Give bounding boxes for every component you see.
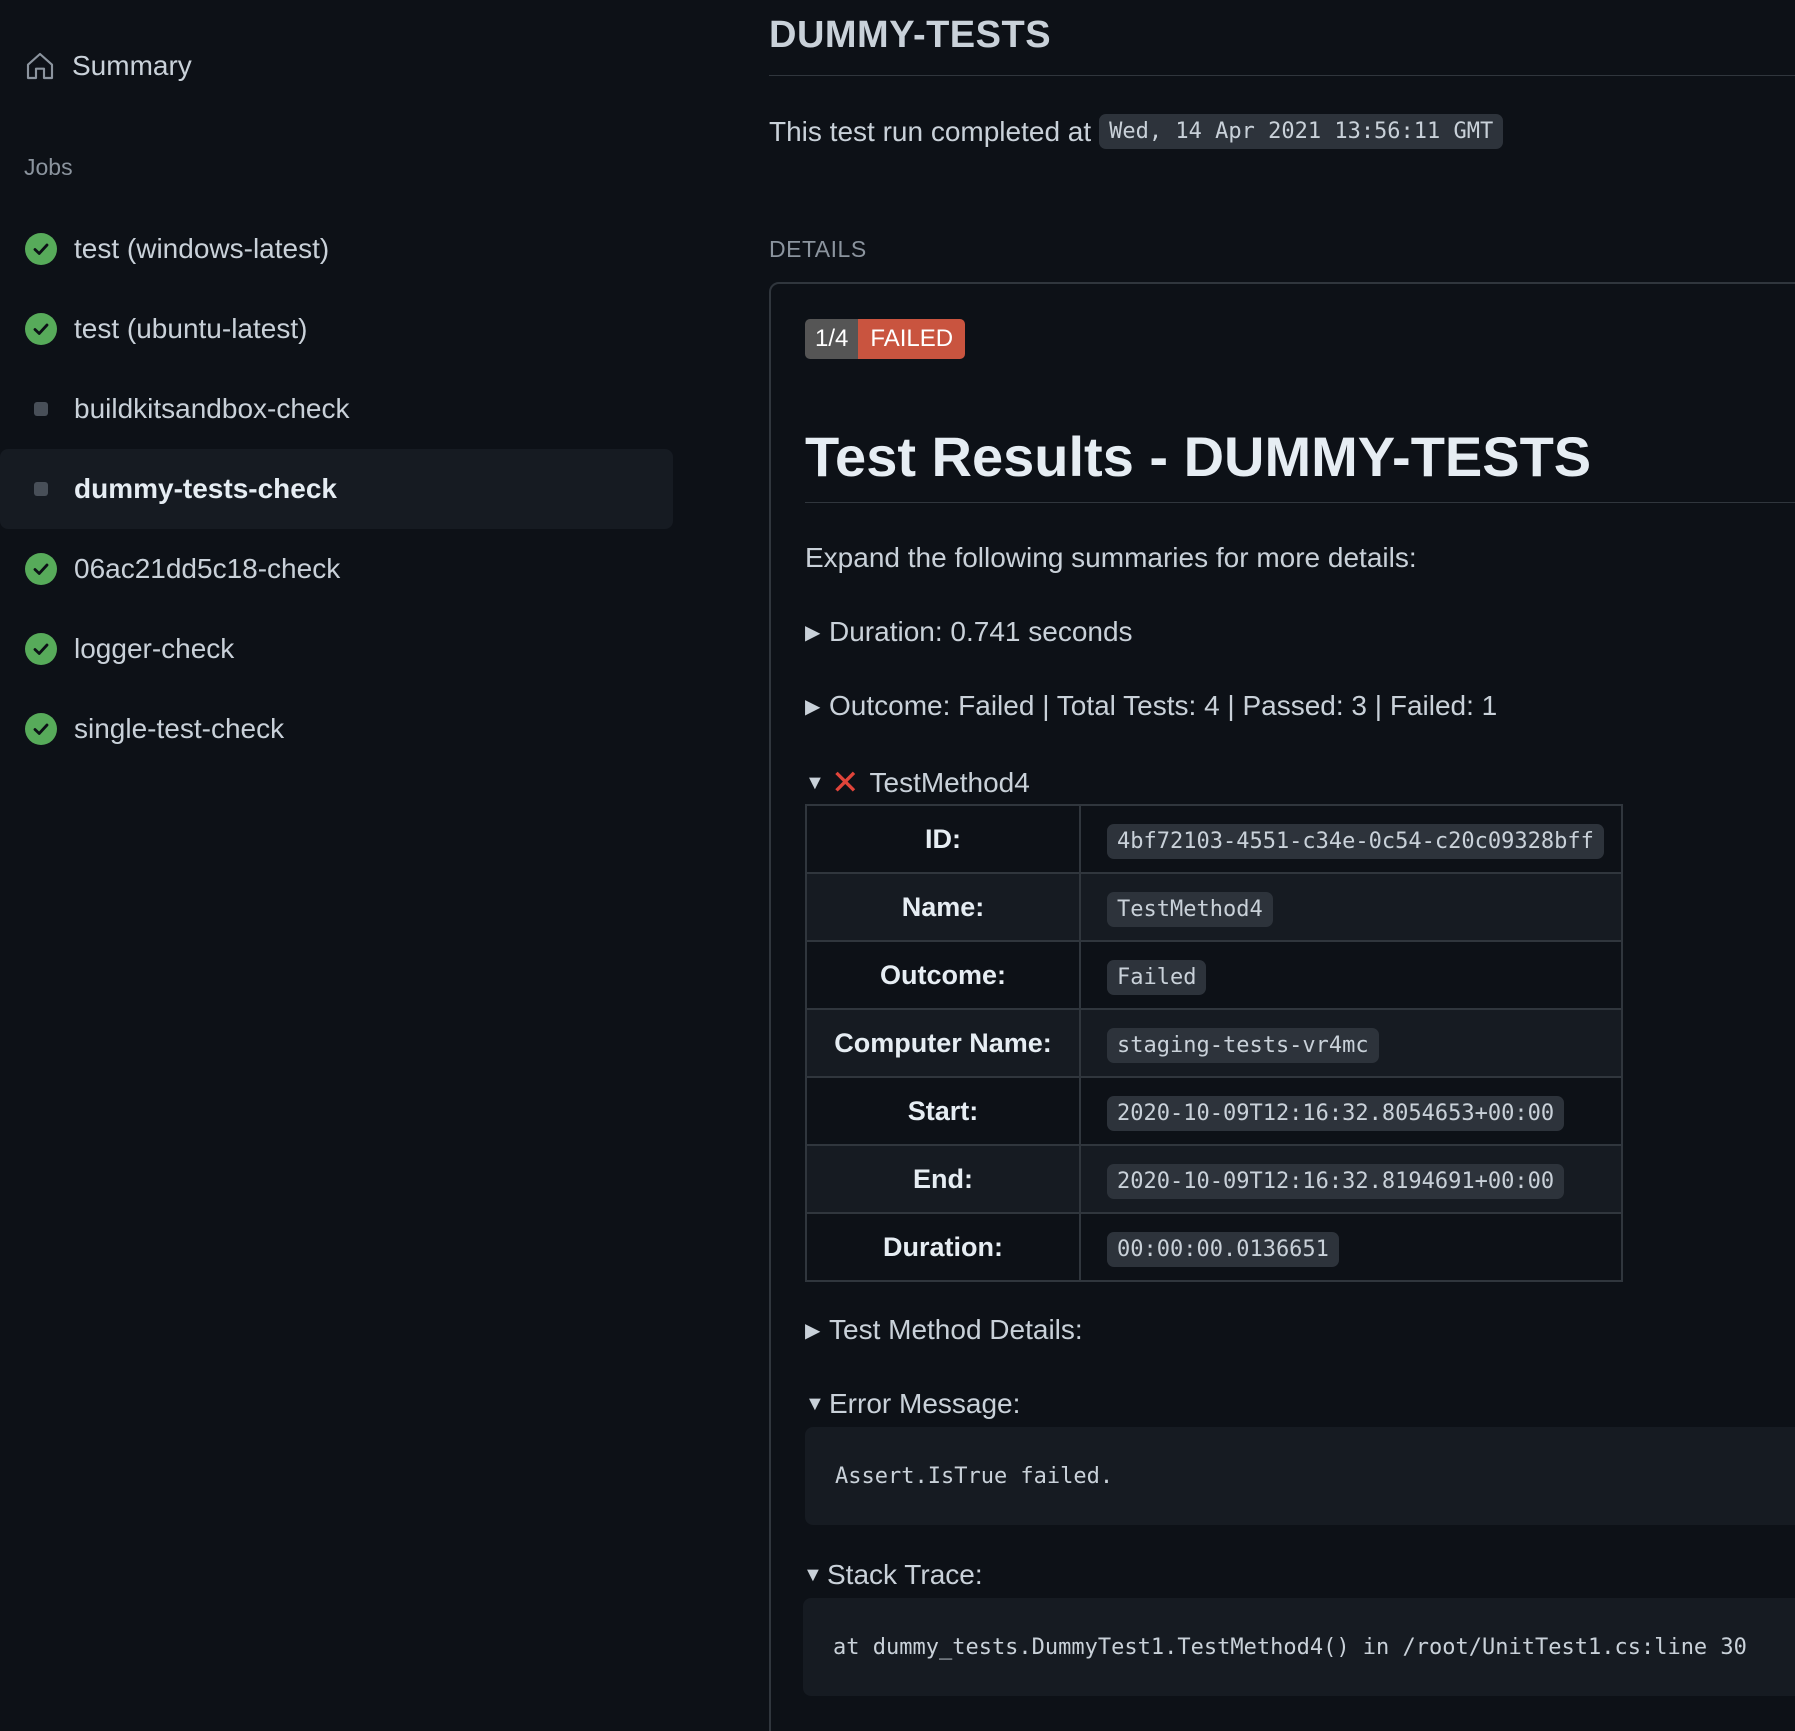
job-label: single-test-check bbox=[74, 713, 285, 744]
summary-label: Summary bbox=[72, 50, 192, 81]
stack-trace-text: at dummy_tests.DummyTest1.TestMethod4() … bbox=[833, 1634, 1747, 1660]
row-label: ID: bbox=[805, 804, 1081, 874]
table-row: End: 2020-10-09T12:16:32.8194691+00:00 bbox=[805, 1144, 1623, 1214]
job-item-logger-check[interactable]: logger-check bbox=[0, 609, 673, 689]
job-label: test (windows-latest) bbox=[74, 233, 330, 264]
triangle-down-icon: ▼ bbox=[805, 771, 825, 794]
job-item-buildkitsandbox-check[interactable]: buildkitsandbox-check bbox=[0, 369, 673, 449]
expand-text: Expand the following summaries for more … bbox=[805, 542, 1417, 573]
row-value: Failed bbox=[1107, 959, 1207, 995]
table-row: Computer Name: staging-tests-vr4mc bbox=[805, 1008, 1623, 1078]
triangle-right-icon: ▶ bbox=[805, 1319, 821, 1342]
method-details-label: Test Method Details: bbox=[829, 1314, 1083, 1345]
stack-trace-label: Stack Trace: bbox=[827, 1559, 983, 1590]
method-details-summary[interactable]: ▶ Test Method Details: bbox=[805, 1314, 1083, 1346]
row-value: 2020-10-09T12:16:32.8194691+00:00 bbox=[1107, 1163, 1565, 1199]
cross-mark-icon: ✕ bbox=[831, 764, 860, 802]
row-label: End: bbox=[805, 1144, 1081, 1214]
job-item-test-windows-latest[interactable]: test (windows-latest) bbox=[0, 209, 673, 289]
test-details-table: ID: 4bf72103-4551-c34e-0c54-c20c09328bff… bbox=[805, 804, 1623, 1282]
test-name-label: TestMethod4 bbox=[869, 767, 1030, 798]
outcome-summary[interactable]: ▶ Outcome: Failed | Total Tests: 4 | Pas… bbox=[805, 690, 1497, 722]
row-label: Start: bbox=[805, 1076, 1081, 1146]
error-message-summary[interactable]: ▼ Error Message: bbox=[805, 1388, 1020, 1420]
jobs-heading: Jobs bbox=[24, 154, 73, 180]
table-row: Start: 2020-10-09T12:16:32.8054653+00:00 bbox=[805, 1076, 1623, 1146]
details-label: DETAILS bbox=[769, 236, 867, 262]
status-badge: 1/4 FAILED bbox=[805, 319, 966, 359]
job-item-06ac21dd5c18-check[interactable]: 06ac21dd5c18-check bbox=[0, 529, 673, 609]
neutral-square-icon bbox=[24, 392, 58, 426]
neutral-square-icon bbox=[24, 472, 58, 506]
duration-summary-label: Duration: 0.741 seconds bbox=[829, 616, 1133, 647]
error-message-text: Assert.IsTrue failed. bbox=[835, 1463, 1114, 1489]
row-value: 2020-10-09T12:16:32.8054653+00:00 bbox=[1107, 1095, 1565, 1131]
row-label: Duration: bbox=[805, 1212, 1081, 1282]
outcome-summary-label: Outcome: Failed | Total Tests: 4 | Passe… bbox=[829, 690, 1498, 721]
title-divider bbox=[769, 75, 1795, 76]
error-message-label: Error Message: bbox=[829, 1388, 1021, 1419]
duration-summary[interactable]: ▶ Duration: 0.741 seconds bbox=[805, 616, 1133, 648]
table-row: Name: TestMethod4 bbox=[805, 872, 1623, 942]
job-label: 06ac21dd5c18-check bbox=[74, 553, 341, 584]
row-value: TestMethod4 bbox=[1107, 891, 1273, 927]
badge-status: FAILED bbox=[858, 319, 966, 359]
triangle-down-icon: ▼ bbox=[805, 1392, 825, 1415]
job-label: test (ubuntu-latest) bbox=[74, 313, 308, 344]
page: Summary Jobs test (windows-latest) test … bbox=[0, 0, 1795, 1731]
check-circle-icon bbox=[24, 632, 58, 666]
job-label: logger-check bbox=[74, 633, 235, 664]
job-item-single-test-check[interactable]: single-test-check bbox=[0, 689, 673, 769]
summary-link[interactable]: Summary bbox=[24, 50, 192, 82]
row-label: Computer Name: bbox=[805, 1008, 1081, 1078]
row-value: staging-tests-vr4mc bbox=[1107, 1027, 1379, 1063]
job-list: test (windows-latest) test (ubuntu-lates… bbox=[0, 209, 673, 769]
row-label: Name: bbox=[805, 872, 1081, 942]
badge-count: 1/4 bbox=[805, 319, 859, 359]
check-circle-icon bbox=[24, 232, 58, 266]
completed-line: This test run completed at Wed, 14 Apr 2… bbox=[769, 114, 1504, 149]
triangle-right-icon: ▶ bbox=[805, 695, 821, 718]
row-value: 00:00:00.0136651 bbox=[1107, 1231, 1339, 1267]
job-label: buildkitsandbox-check bbox=[74, 393, 350, 424]
triangle-down-icon: ▼ bbox=[803, 1563, 823, 1586]
table-row: ID: 4bf72103-4551-c34e-0c54-c20c09328bff bbox=[805, 804, 1623, 874]
stack-trace-summary[interactable]: ▼ Stack Trace: bbox=[803, 1559, 983, 1591]
details-box: 1/4 FAILED Test Results - DUMMY-TESTS Ex… bbox=[769, 282, 1795, 1731]
job-item-dummy-tests-check[interactable]: dummy-tests-check bbox=[0, 449, 673, 529]
completed-text: This test run completed at bbox=[769, 115, 1092, 147]
table-row: Outcome: Failed bbox=[805, 940, 1623, 1010]
table-row: Duration: 00:00:00.0136651 bbox=[805, 1212, 1623, 1282]
row-value: 4bf72103-4551-c34e-0c54-c20c09328bff bbox=[1107, 823, 1604, 859]
home-icon bbox=[26, 52, 54, 80]
check-circle-icon bbox=[24, 712, 58, 746]
stack-trace-block: at dummy_tests.DummyTest1.TestMethod4() … bbox=[803, 1598, 1795, 1696]
results-title: Test Results - DUMMY-TESTS bbox=[805, 425, 1592, 488]
check-circle-icon bbox=[24, 312, 58, 346]
page-title: DUMMY-TESTS bbox=[769, 14, 1052, 56]
job-label: dummy-tests-check bbox=[74, 473, 337, 504]
triangle-right-icon: ▶ bbox=[805, 621, 821, 644]
job-item-test-ubuntu-latest[interactable]: test (ubuntu-latest) bbox=[0, 289, 673, 369]
results-divider bbox=[805, 502, 1795, 503]
error-message-block: Assert.IsTrue failed. bbox=[805, 1427, 1795, 1525]
test-method-summary[interactable]: ▼ ✕ TestMethod4 bbox=[805, 763, 1030, 803]
row-label: Outcome: bbox=[805, 940, 1081, 1010]
completed-time: Wed, 14 Apr 2021 13:56:11 GMT bbox=[1099, 114, 1504, 149]
check-circle-icon bbox=[24, 552, 58, 586]
